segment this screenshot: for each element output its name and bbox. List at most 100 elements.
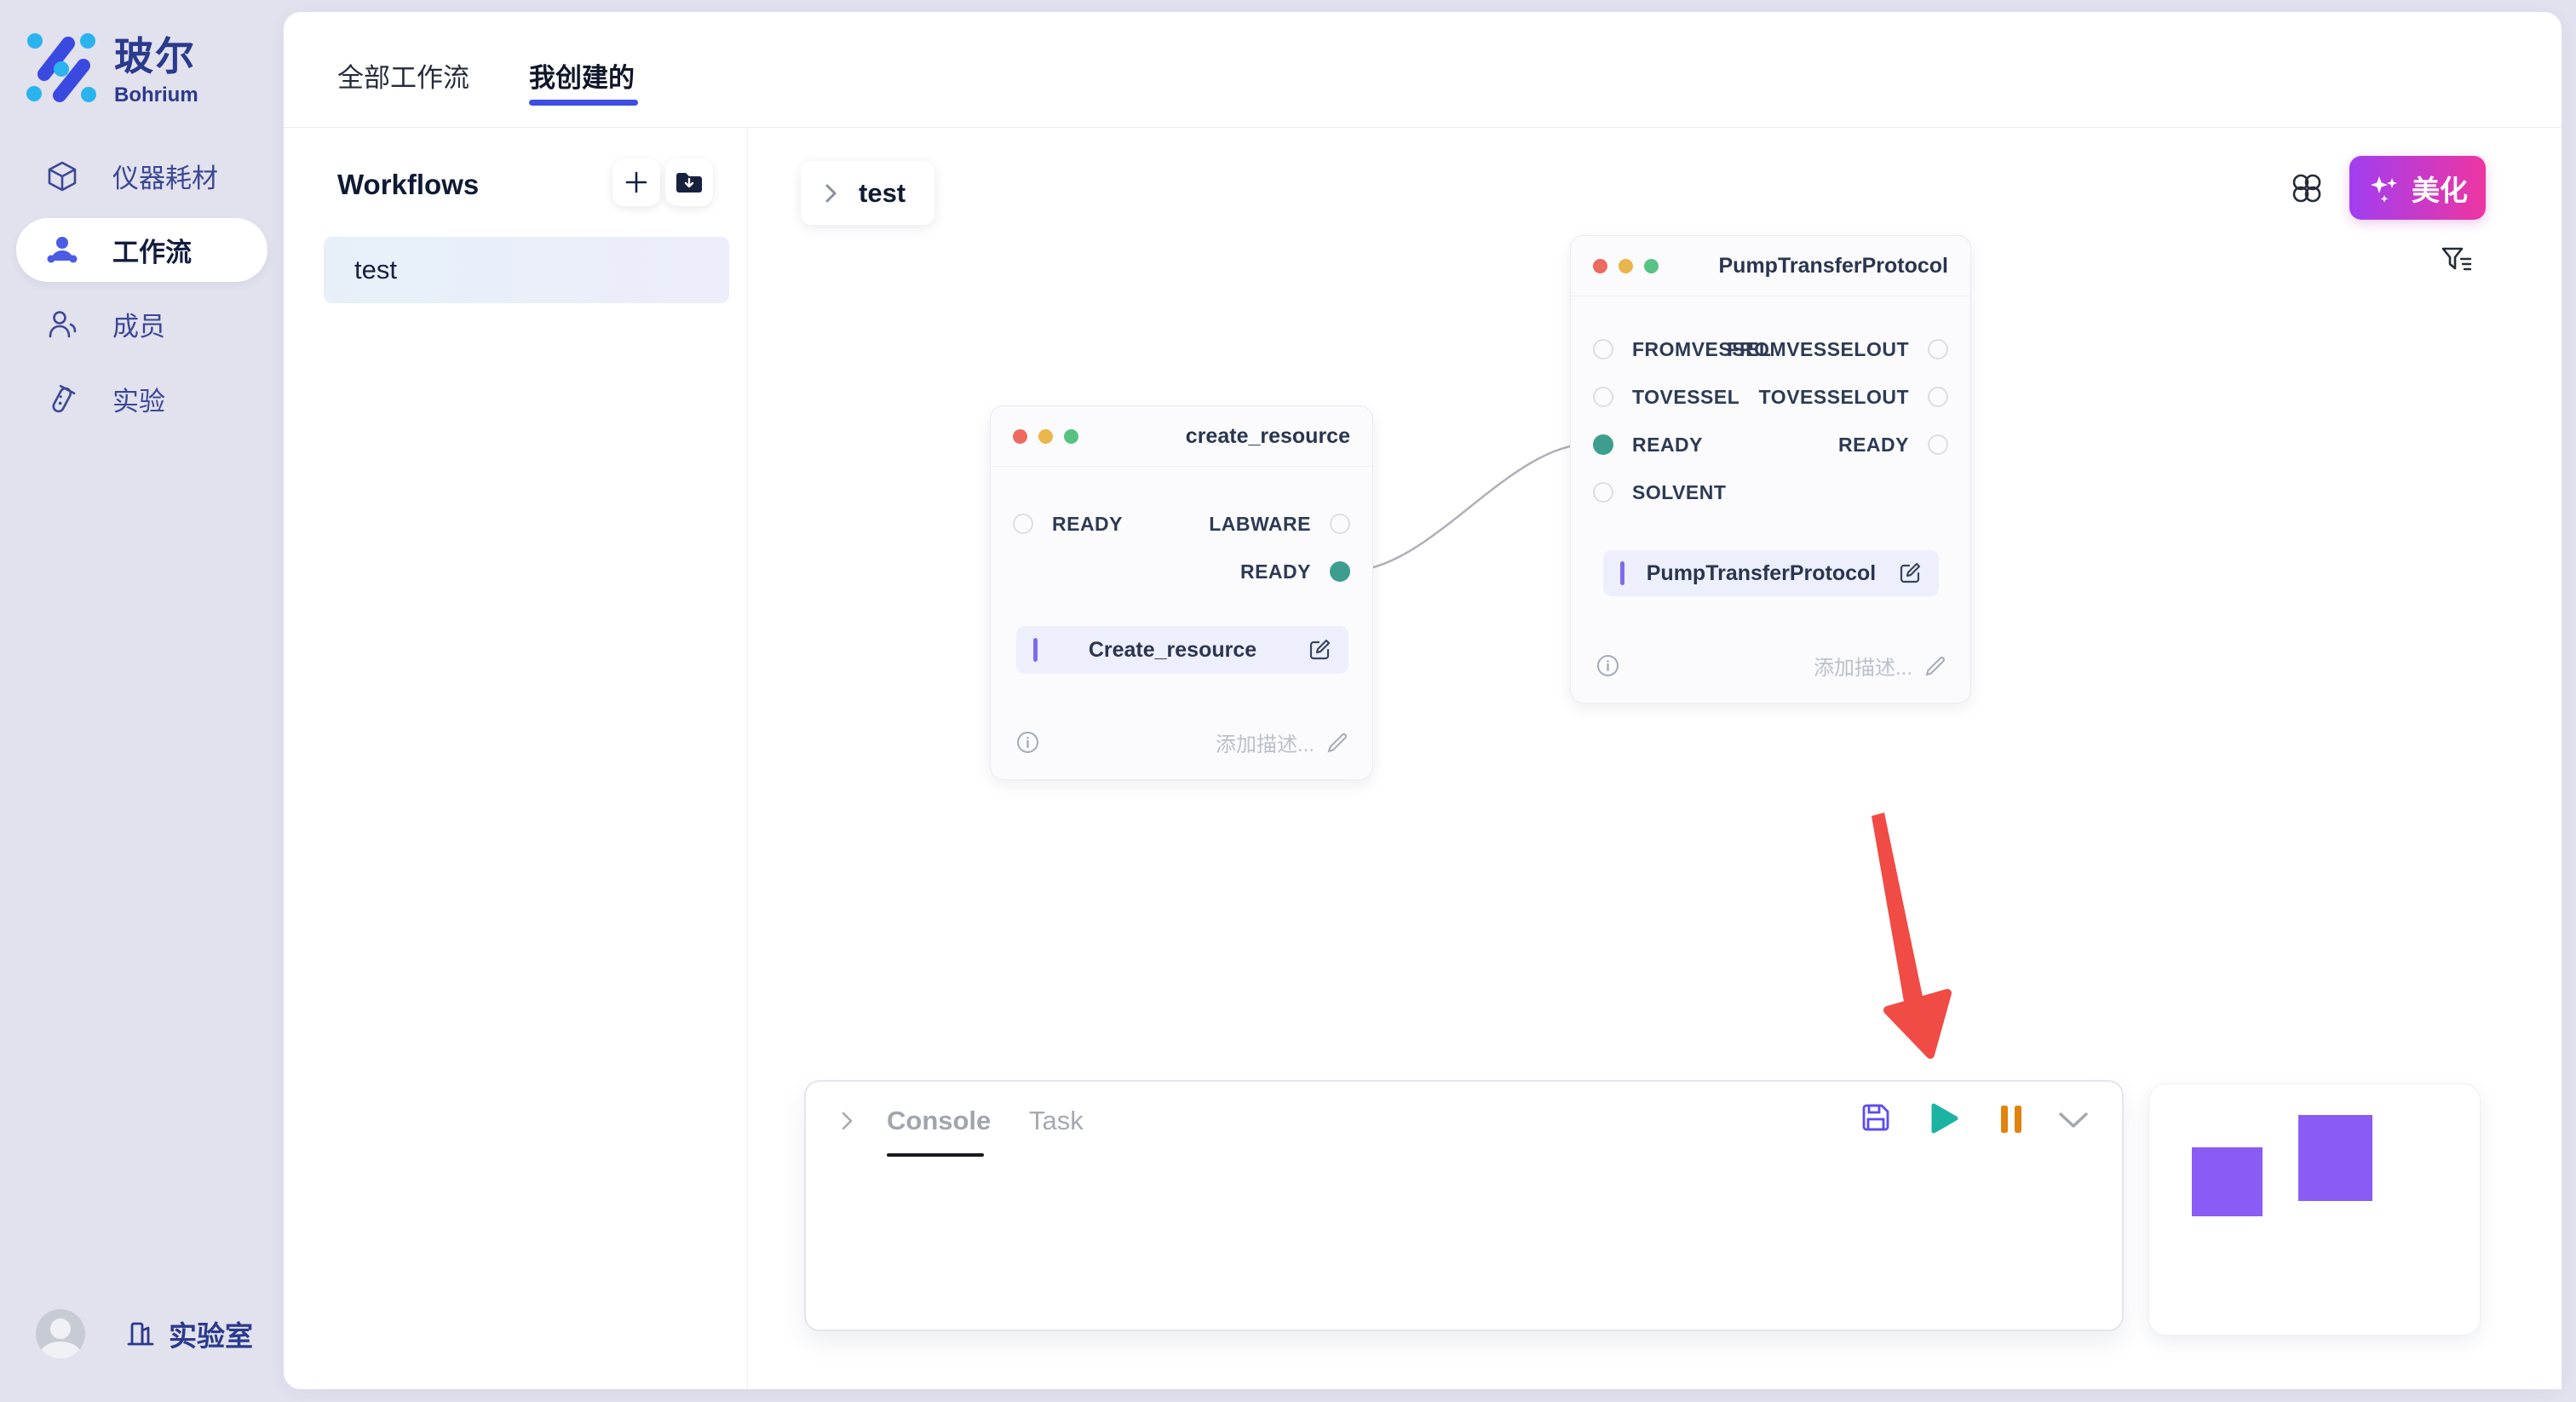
port-out-ready: READY (1820, 433, 1948, 457)
info-icon[interactable] (1596, 654, 1619, 677)
node-footer: 添加描述... (1016, 727, 1348, 757)
console-panel: Console Task (804, 1080, 2124, 1331)
building-icon (124, 1318, 157, 1350)
pencil-icon[interactable] (1326, 732, 1348, 754)
sidebar-item-label: 工作流 (112, 231, 192, 269)
panel-title: Workflows (337, 169, 479, 201)
port-label: READY (1052, 513, 1123, 536)
port-handle[interactable] (1593, 339, 1613, 359)
save-icon[interactable] (1859, 1100, 1893, 1135)
port-handle[interactable] (1013, 514, 1033, 534)
workflow-item-label: test (354, 255, 397, 285)
user-avatar[interactable] (36, 1309, 85, 1359)
breadcrumb-label: test (859, 178, 906, 209)
port-out-tovesselout: TOVESSELOUT (1740, 385, 1948, 409)
layout-clover-icon[interactable] (2289, 170, 2325, 206)
edit-icon[interactable] (1308, 638, 1331, 662)
sidebar-item-members[interactable]: 成员 (0, 292, 284, 356)
sidebar-item-label: 成员 (112, 305, 165, 343)
port-out-fromvesselout: FROMVESSELOUT (1708, 337, 1948, 361)
port-handle[interactable] (1928, 387, 1948, 407)
port-handle[interactable] (1330, 561, 1350, 582)
port-handle[interactable] (1330, 514, 1350, 534)
node-footer: 添加描述... (1596, 651, 1946, 681)
info-icon[interactable] (1016, 731, 1039, 754)
collapse-chevron-icon[interactable] (2056, 1111, 2090, 1131)
experiment-icon (46, 383, 78, 416)
node-title: create_resource (1186, 424, 1350, 449)
port-handle[interactable] (1928, 339, 1948, 359)
node-header: create_resource (991, 406, 1372, 467)
brand-title: 玻尔 (114, 26, 198, 82)
sidebar-item-experiments[interactable]: 实验 (0, 367, 284, 431)
description-placeholder[interactable]: 添加描述... (1814, 651, 1912, 681)
action-label: PumpTransferProtocol (1624, 561, 1898, 586)
sidebar-item-label: 实验 (112, 380, 165, 418)
minimap[interactable] (2148, 1083, 2481, 1336)
workflow-tabbar: 全部工作流 我创建的 (284, 12, 2562, 128)
sparkles-icon (2367, 171, 2401, 205)
port-label: TOVESSELOUT (1759, 386, 1909, 409)
chevron-right-icon (823, 182, 840, 204)
port-handle[interactable] (1593, 434, 1613, 455)
node-pump-transfer-protocol[interactable]: PumpTransferProtocol FROMVESSEL TOVESSEL… (1570, 235, 1971, 704)
node-action-create-resource[interactable]: Create_resource (1016, 626, 1348, 674)
traffic-dot-red (1013, 429, 1027, 444)
action-label: Create_resource (1038, 638, 1308, 663)
port-handle[interactable] (1593, 387, 1613, 407)
traffic-dot-yellow (1038, 429, 1053, 444)
workflow-icon (46, 234, 78, 267)
canvas-breadcrumb[interactable]: test (801, 161, 934, 225)
traffic-dot-yellow (1619, 259, 1633, 273)
port-in-ready: READY (1013, 512, 1141, 536)
sidebar-item-workflows[interactable]: 工作流 (16, 218, 267, 282)
package-icon (46, 160, 78, 192)
port-label: READY (1838, 434, 1909, 457)
description-placeholder[interactable]: 添加描述... (1216, 727, 1314, 757)
sidebar: 玻尔 Bohrium 仪器耗材 工作流 (0, 0, 284, 1402)
port-in-solvent: SOLVENT (1593, 480, 1745, 504)
workflow-canvas[interactable]: test 美化 (749, 128, 2562, 1389)
members-icon (46, 308, 78, 341)
console-tab-console[interactable]: Console (887, 1106, 991, 1136)
beautify-label: 美化 (2412, 168, 2468, 209)
active-tab-underline (529, 100, 638, 106)
port-out-labware: LABWARE (1190, 512, 1350, 536)
port-handle[interactable] (1928, 434, 1948, 455)
sidebar-item-label: 仪器耗材 (112, 157, 218, 195)
beautify-button[interactable]: 美化 (2349, 156, 2486, 220)
port-handle[interactable] (1593, 482, 1613, 503)
sidebar-item-instruments[interactable]: 仪器耗材 (0, 144, 284, 208)
filter-icon[interactable] (2440, 244, 2474, 279)
workflow-list-panel: Workflows test (284, 128, 748, 1389)
port-label: TOVESSEL (1632, 386, 1739, 409)
main-card: 全部工作流 我创建的 Workflows test (284, 12, 2562, 1389)
traffic-dot-red (1593, 259, 1607, 273)
console-expand-icon[interactable] (838, 1109, 857, 1133)
lab-switcher-label[interactable]: 实验室 (169, 1313, 253, 1354)
port-label: LABWARE (1209, 513, 1311, 536)
port-label: READY (1240, 560, 1311, 583)
tab-all-workflows[interactable]: 全部工作流 (337, 56, 469, 95)
port-out-ready: READY (1222, 560, 1350, 583)
port-label: READY (1632, 434, 1703, 457)
workflow-list-item-test[interactable]: test (324, 237, 729, 303)
node-create-resource[interactable]: create_resource READY LABWARE READY Crea… (990, 405, 1373, 780)
edit-icon[interactable] (1898, 561, 1922, 585)
console-active-underline (887, 1153, 984, 1157)
console-tab-task[interactable]: Task (1029, 1106, 1084, 1136)
brand-logo: 玻尔 Bohrium (26, 26, 198, 107)
node-action-pump-transfer[interactable]: PumpTransferProtocol (1603, 550, 1939, 596)
pause-icon[interactable] (1998, 1104, 2024, 1135)
pencil-icon[interactable] (1924, 655, 1946, 677)
node-title: PumpTransferProtocol (1719, 254, 1949, 279)
port-label: FROMVESSELOUT (1727, 338, 1909, 361)
traffic-dot-green (1064, 429, 1078, 444)
import-folder-button[interactable] (665, 158, 713, 206)
tab-created-by-me[interactable]: 我创建的 (529, 56, 635, 95)
add-workflow-button[interactable] (612, 158, 660, 206)
node-header: PumpTransferProtocol (1571, 236, 1970, 296)
run-icon[interactable] (1925, 1100, 1961, 1136)
port-in-ready: READY (1593, 433, 1722, 457)
minimap-node-create-resource (2192, 1147, 2263, 1216)
